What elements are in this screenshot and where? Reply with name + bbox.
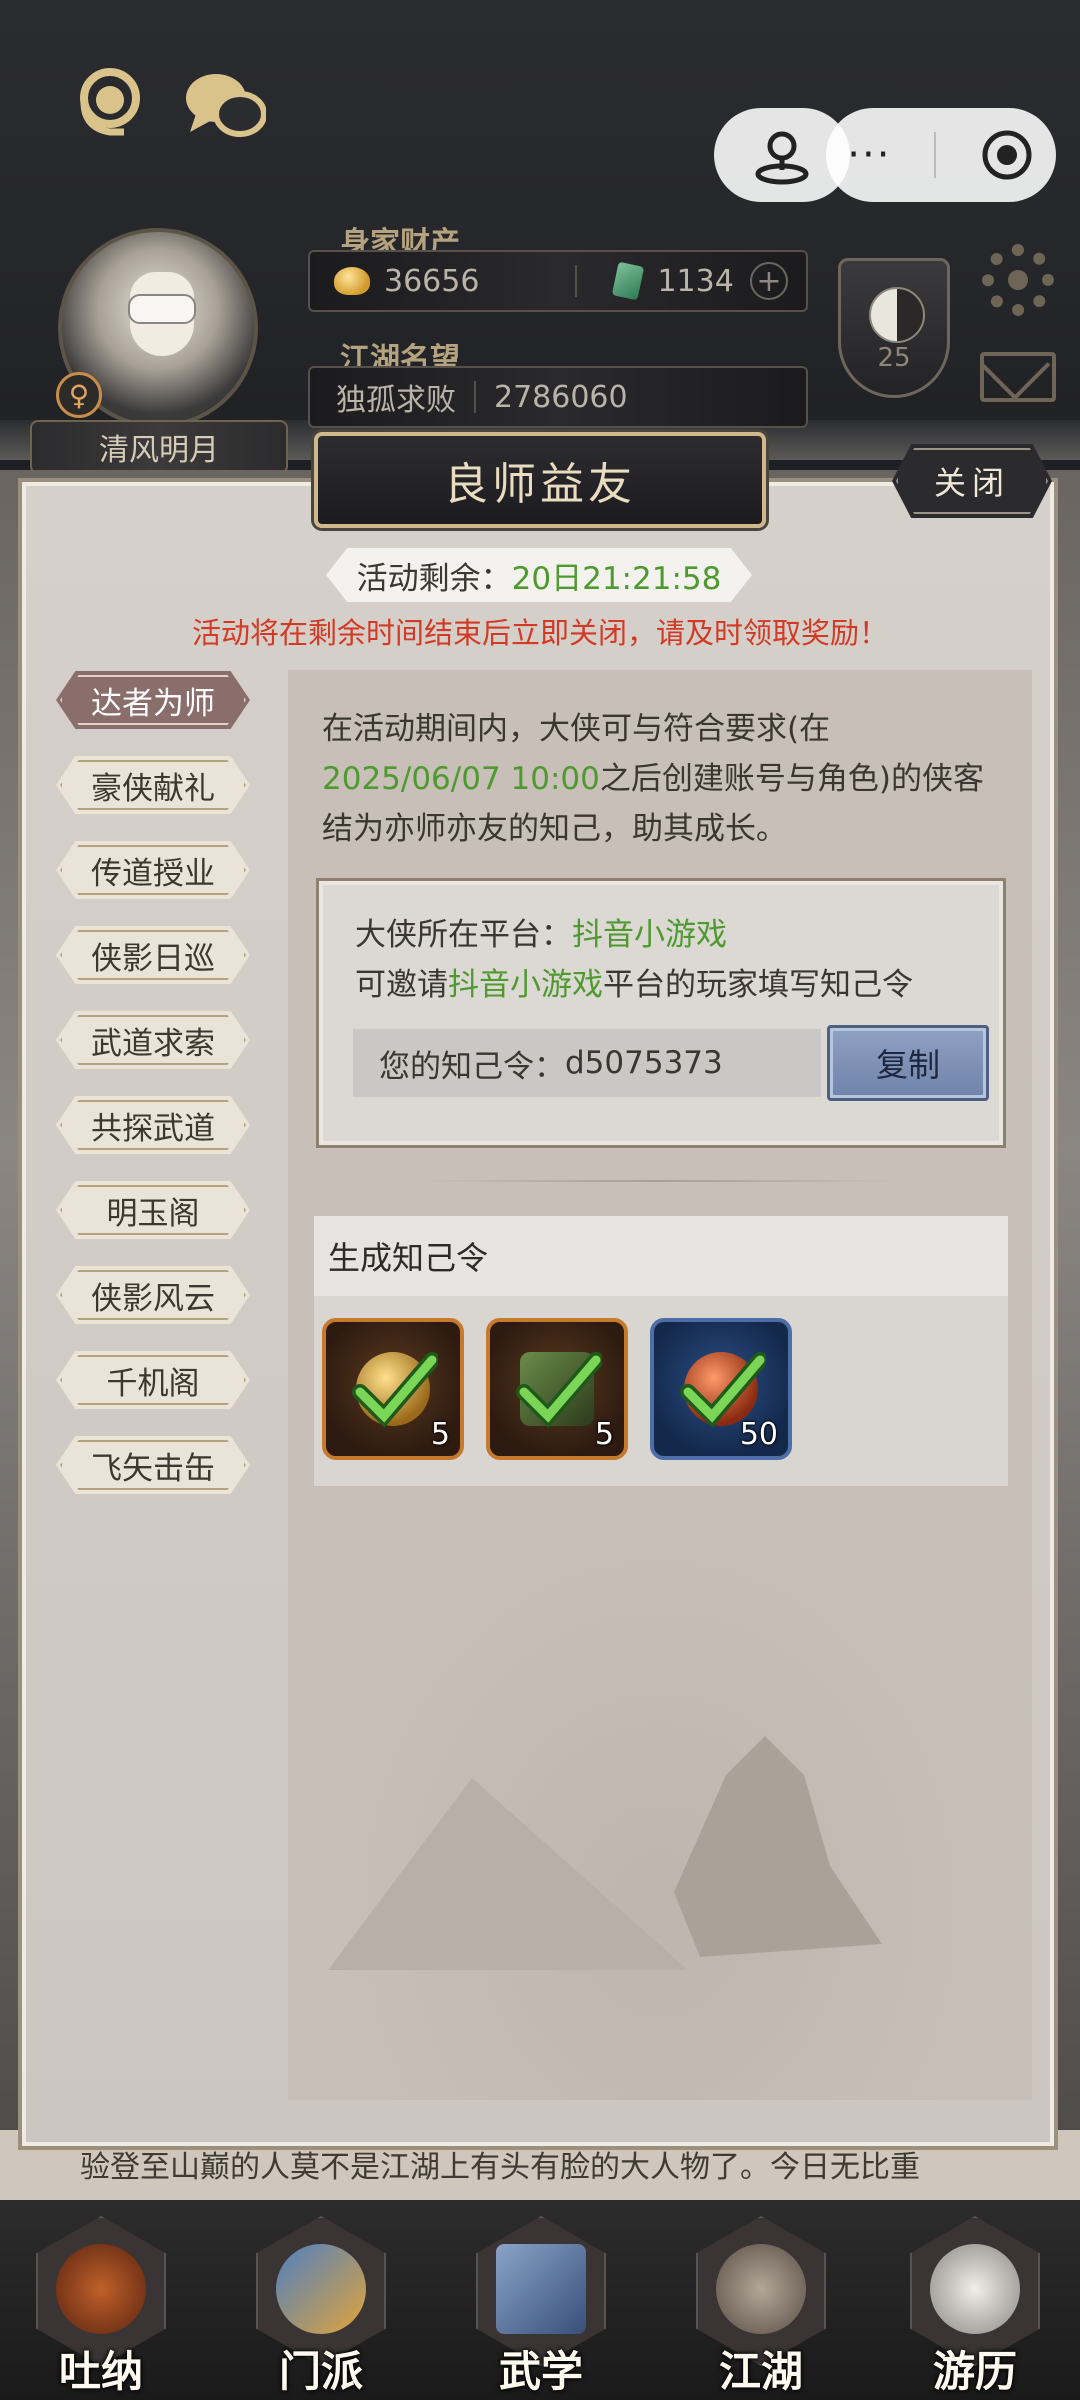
generate-section-title: 生成知己令 [314,1216,1008,1296]
close-warning: 活动将在剩余时间结束后立即关闭，请及时领取奖励！ [191,616,888,650]
top-hud: ··· ♀ 清风明月 身家财产 36656 1134 + 江湖名望 独孤求败 2… [0,0,1080,474]
tab-label: 飞矢击缶 [91,1450,215,1487]
content-panel: 在活动期间内，大侠可与符合要求(在2025/06/07 10:00之后创建账号与… [288,670,1032,2100]
nav-label: 游历 [932,2347,1017,2396]
tab-label: 侠影日巡 [91,940,215,977]
tab-mingyuge[interactable]: 明玉阁 [56,1181,250,1239]
copy-button[interactable]: 复制 [827,1025,989,1101]
player-name: 清风明月 [30,420,288,474]
reward-list: 5 5 50 [314,1296,1008,1486]
currency-bar: 36656 1134 + [308,250,808,312]
tab-label: 达者为师 [91,685,215,722]
tab-label: 武道求索 [91,1025,215,1062]
timer-label: 活动剩余： [356,560,512,597]
gold-value: 36656 [384,263,480,299]
reward-quantity: 50 [739,1417,778,1452]
code-label: 您的知己令： [379,1048,565,1085]
player-level: 25 [877,343,911,373]
user-pin-icon [755,131,809,185]
straw-hat-icon [716,2244,806,2334]
platform-line: 大侠所在平台：抖音小游戏 [355,909,727,954]
platform-label: 大侠所在平台： [355,917,572,953]
sect-flag-icon [276,2244,366,2334]
reward-item[interactable]: 5 [322,1318,464,1460]
add-currency-button[interactable]: + [750,262,788,300]
claimed-check-icon [516,1352,602,1428]
jade-icon [612,261,645,301]
mini-program-capsule: ··· [826,108,1056,202]
nav-label: 吐纳 [58,2347,143,2396]
tab-qianjige[interactable]: 千机阁 [56,1351,250,1409]
scroll-book-icon [496,2244,586,2334]
invite-code-field: 您的知己令： d5075373 [353,1029,821,1097]
tab-chuandaoshouye[interactable]: 传道授业 [56,841,250,899]
fame-value: 2786060 [494,379,628,415]
modal-title: 良师益友 [314,432,766,528]
female-gender-icon: ♀ [56,372,102,418]
gourd-icon [56,2244,146,2334]
tab-dazheweishi[interactable]: 达者为师 [56,671,250,729]
timer-value: 20日21:21:58 [511,560,722,597]
nav-menpai[interactable]: 门派 [246,2216,396,2396]
nav-jianghu[interactable]: 江湖 [686,2216,836,2396]
reward-quantity: 5 [430,1417,450,1452]
countdown-banner: 活动剩余： 20日21:21:58 [326,548,752,602]
tab-label: 侠影风云 [91,1280,215,1317]
chat-icon[interactable] [182,66,267,146]
tab-xiayingrixun[interactable]: 侠影日巡 [56,926,250,984]
tab-label: 传道授业 [91,855,215,892]
invite-prefix: 可邀请 [355,967,448,1003]
tab-label: 豪侠献礼 [91,770,215,807]
description-text: 在活动期间内，大侠可与符合要求(在 [322,711,831,747]
capsule-divider [934,132,937,178]
bottom-nav: 吐纳 门派 武学 江湖 游历 [0,2200,1080,2400]
tab-label: 千机阁 [106,1365,200,1402]
fame-title: 独孤求败 [336,383,456,418]
reward-item[interactable]: 5 [486,1318,628,1460]
nav-label: 门派 [278,2347,363,2396]
tab-feishijifou[interactable]: 飞矢击缶 [56,1436,250,1494]
tab-label: 明玉阁 [106,1195,200,1232]
nav-tuna[interactable]: 吐纳 [26,2216,176,2396]
invite-line: 可邀请抖音小游戏平台的玩家填写知己令 [355,959,913,1004]
nav-label: 武学 [498,2347,583,2396]
invite-platform: 抖音小游戏 [448,967,603,1003]
fame-separator [474,381,476,413]
taiji-icon [869,287,925,343]
tab-wudaoqiusuo[interactable]: 武道求索 [56,1011,250,1069]
tab-gongtanwudao[interactable]: 共探武道 [56,1096,250,1154]
exit-mini-program-icon[interactable] [979,127,1035,183]
customer-service-icon[interactable] [70,62,150,142]
nav-youli[interactable]: 游历 [900,2216,1050,2396]
currency-separator [575,265,578,297]
jade-value: 1134 [657,263,734,299]
level-badge[interactable]: 25 [838,258,950,398]
mail-icon[interactable] [980,352,1056,402]
reward-quantity: 5 [594,1417,614,1452]
tab-label: 共探武道 [91,1110,215,1147]
gear-icon[interactable] [982,244,1054,316]
claimed-check-icon [352,1352,438,1428]
avatar-mask [128,294,196,324]
more-menu-button[interactable]: ··· [847,132,891,178]
invite-code-box: 大侠所在平台：抖音小游戏 可邀请抖音小游戏平台的玩家填写知己令 您的知己令： d5… [316,878,1006,1148]
gold-ingot-icon [334,267,370,295]
nav-label: 江湖 [718,2347,803,2396]
event-description: 在活动期间内，大侠可与符合要求(在2025/06/07 10:00之后创建账号与… [322,704,1002,854]
reward-item[interactable]: 50 [650,1318,792,1460]
ink-painting-background [288,1470,1032,2100]
tab-haoxiaxianli[interactable]: 豪侠献礼 [56,756,250,814]
nav-wuxue[interactable]: 武学 [466,2216,616,2396]
invite-suffix: 平台的玩家填写知己令 [603,967,913,1003]
fame-bar: 独孤求败 2786060 [308,366,808,428]
description-date: 2025/06/07 10:00 [322,761,600,797]
close-button[interactable]: 关闭 [892,444,1052,518]
platform-name: 抖音小游戏 [572,917,727,953]
horse-icon [930,2244,1020,2334]
tab-xiayingfengyun[interactable]: 侠影风云 [56,1266,250,1324]
ornamental-divider [418,1180,898,1182]
code-value: d5075373 [565,1045,723,1081]
